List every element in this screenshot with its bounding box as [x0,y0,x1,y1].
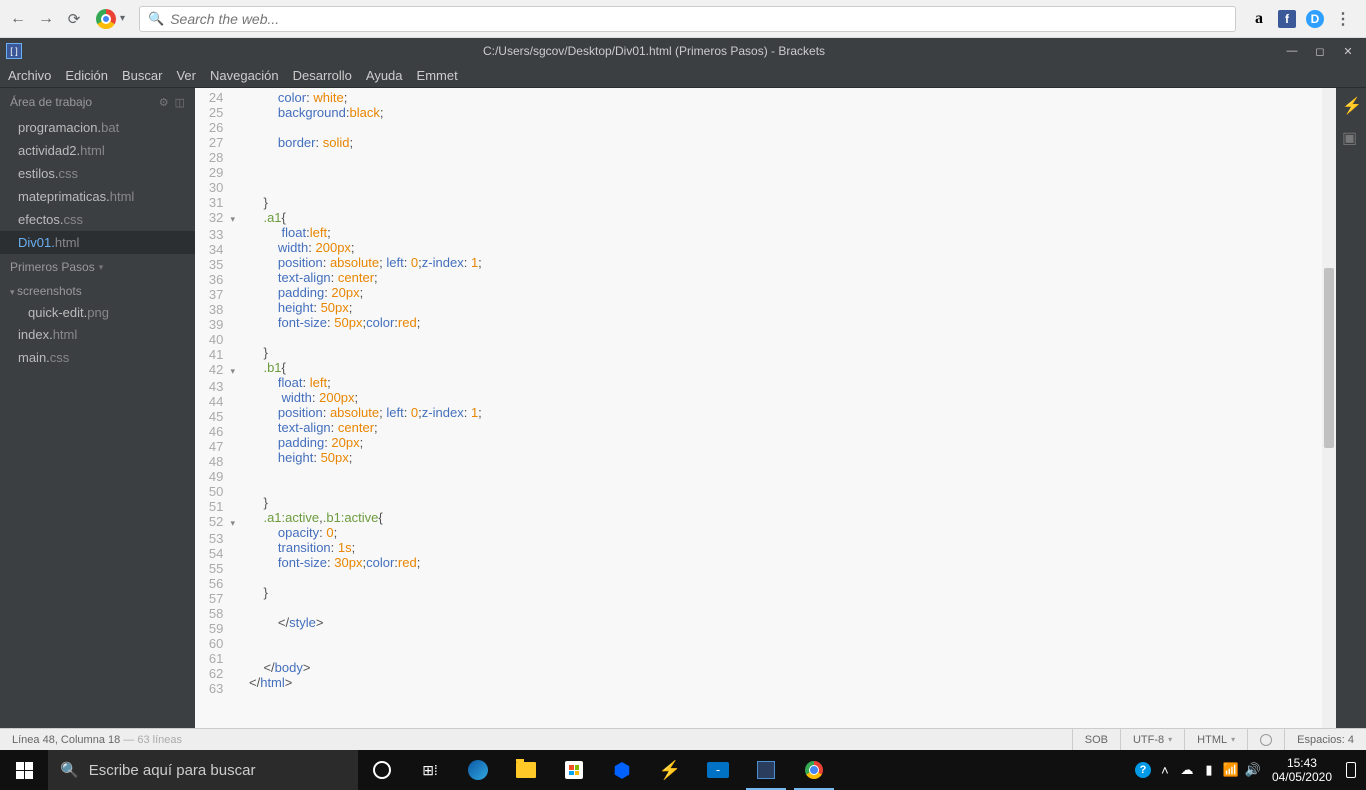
browser-toolbar: ← → ⟳ ▾ 🔍 a f D ⋮ [0,0,1366,38]
edge-icon[interactable] [454,750,502,790]
maximize-button[interactable]: ◻ [1308,43,1332,59]
search-bar[interactable]: 🔍 [139,6,1236,32]
encoding-selector[interactable]: UTF-8▾ [1120,729,1184,750]
close-button[interactable]: ✕ [1336,43,1360,59]
window-title: C:/Users/sgcov/Desktop/Div01.html (Prime… [28,44,1280,58]
working-files-header: Área de trabajo ⚙ ◫ [0,88,195,116]
sidebar: Área de trabajo ⚙ ◫ programacion.batacti… [0,88,195,728]
project-header[interactable]: Primeros Pasos▾ [0,254,195,280]
code-area[interactable]: color: white; background:black; border: … [245,88,1336,728]
right-toolbar: ⚡ ▣ [1336,88,1366,728]
project-file[interactable]: index.html [0,323,195,346]
project-file[interactable]: main.css [0,346,195,369]
taskbar-search[interactable]: 🔍 Escribe aquí para buscar [48,750,358,790]
dropbox-icon[interactable]: ⬢ [598,750,646,790]
notifications-icon[interactable] [1340,762,1362,778]
menubar: Archivo Edición Buscar Ver Navegación De… [0,64,1366,88]
browser-extensions: a f D ⋮ [1244,10,1358,28]
chrome-dropdown-icon[interactable]: ▾ [120,13,125,24]
split-view-icon[interactable]: ◫ [175,96,185,109]
cursor-position[interactable]: Línea 48, Columna 18 [12,734,120,746]
tray-chevron-icon[interactable]: ˄ [1154,763,1176,778]
menu-emmet[interactable]: Emmet [417,68,458,83]
onedrive-icon[interactable]: ☁ [1176,762,1198,778]
line-count: — 63 líneas [120,734,182,746]
working-file[interactable]: programacion.bat [0,116,195,139]
menu-ver[interactable]: Ver [176,68,196,83]
task-view-icon[interactable]: ⊞⁞ [406,750,454,790]
working-file[interactable]: actividad2.html [0,139,195,162]
gear-icon[interactable]: ⚙ [159,96,169,109]
taskbar-search-placeholder: Escribe aquí para buscar [89,762,256,779]
lint-status[interactable] [1247,729,1284,750]
language-selector[interactable]: HTML▾ [1184,729,1247,750]
menu-dots-icon[interactable]: ⋮ [1334,10,1352,28]
brackets-taskbar-icon[interactable] [742,750,790,790]
line-gutter: 24 25 26 27 28 29 30 31 32 ▾33 34 35 36 … [195,88,245,728]
menu-navegacion[interactable]: Navegación [210,68,279,83]
system-tray: ? ˄ ☁ ▮ 📶 🔊 15:43 04/05/2020 [1132,750,1366,790]
search-icon: 🔍 [148,11,164,27]
help-icon[interactable]: ? [1132,762,1154,778]
chrome-icon[interactable] [96,9,116,29]
menu-ayuda[interactable]: Ayuda [366,68,403,83]
chrome-taskbar-icon[interactable] [790,750,838,790]
volume-icon[interactable]: 🔊 [1242,762,1264,778]
search-icon: 🔍 [60,761,79,779]
live-preview-icon[interactable]: ⚡ [1342,96,1360,114]
app-bolt-icon[interactable]: ⚡ [646,750,694,790]
menu-desarrollo[interactable]: Desarrollo [293,68,352,83]
start-button[interactable] [0,750,48,790]
statusbar: Línea 48, Columna 18 — 63 líneas SOB UTF… [0,728,1366,750]
editor[interactable]: 24 25 26 27 28 29 30 31 32 ▾33 34 35 36 … [195,88,1336,728]
windows-taskbar: 🔍 Escribe aquí para buscar ⊞⁞ ⬢ ⚡ ? ˄ ☁ … [0,750,1366,790]
working-file[interactable]: estilos.css [0,162,195,185]
menu-edicion[interactable]: Edición [65,68,108,83]
mail-icon[interactable] [694,750,742,790]
minimize-button[interactable]: — [1280,43,1304,59]
project-file[interactable]: quick-edit.png [0,302,195,323]
forward-button[interactable]: → [36,9,56,29]
disqus-icon[interactable]: D [1306,10,1324,28]
search-input[interactable] [170,11,1227,27]
file-explorer-icon[interactable] [502,750,550,790]
reload-button[interactable]: ⟳ [64,9,84,29]
working-file[interactable]: Div01.html [0,231,195,254]
working-file[interactable]: efectos.css [0,208,195,231]
amazon-icon[interactable]: a [1250,10,1268,28]
clock[interactable]: 15:43 04/05/2020 [1264,756,1340,784]
back-button[interactable]: ← [8,9,28,29]
menu-buscar[interactable]: Buscar [122,68,162,83]
store-icon[interactable] [550,750,598,790]
brackets-logo-icon: [ ] [6,43,22,59]
folder-screenshots[interactable]: screenshots [0,280,195,302]
battery-icon[interactable]: ▮ [1198,762,1220,778]
vertical-scrollbar[interactable] [1322,88,1336,728]
wifi-icon[interactable]: 📶 [1220,762,1242,778]
extensions-icon[interactable]: ▣ [1342,128,1360,146]
working-file[interactable]: mateprimaticas.html [0,185,195,208]
facebook-icon[interactable]: f [1278,10,1296,28]
brackets-titlebar: [ ] C:/Users/sgcov/Desktop/Div01.html (P… [0,38,1366,64]
insert-mode[interactable]: SOB [1072,729,1120,750]
cortana-icon[interactable] [358,750,406,790]
indent-selector[interactable]: Espacios: 4 [1284,729,1366,750]
scrollbar-thumb[interactable] [1324,268,1334,448]
menu-archivo[interactable]: Archivo [8,68,51,83]
